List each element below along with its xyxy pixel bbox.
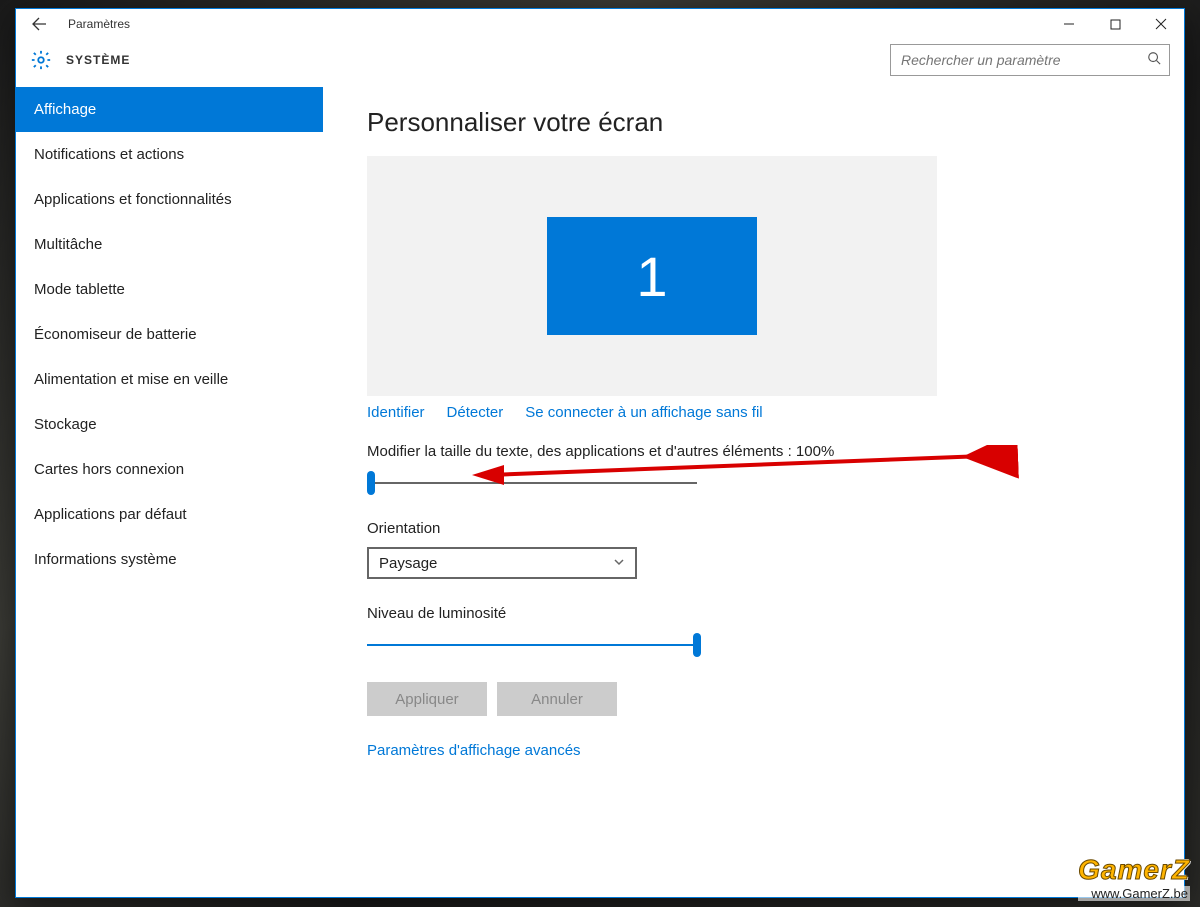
window-title: Paramètres (62, 17, 130, 31)
display-preview[interactable]: 1 (367, 156, 937, 396)
sidebar-item-label: Alimentation et mise en veille (34, 371, 228, 388)
settings-window: Paramètres SYSTÈME (15, 8, 1185, 898)
monitor-number: 1 (636, 244, 667, 309)
sidebar-item-label: Notifications et actions (34, 146, 184, 163)
orientation-select[interactable]: Paysage (367, 547, 637, 579)
advanced-display-link[interactable]: Paramètres d'affichage avancés (367, 742, 1184, 759)
sidebar-item-label: Multitâche (34, 236, 102, 253)
sidebar-item-apps-features[interactable]: Applications et fonctionnalités (16, 177, 323, 222)
sidebar-item-label: Applications et fonctionnalités (34, 191, 232, 208)
sidebar-item-notifications[interactable]: Notifications et actions (16, 132, 323, 177)
brightness-slider[interactable] (367, 632, 697, 658)
section-title: SYSTÈME (66, 53, 130, 67)
maximize-button[interactable] (1092, 9, 1138, 39)
scale-label: Modifier la taille du texte, des applica… (367, 443, 1184, 460)
orientation-value: Paysage (379, 555, 437, 572)
sidebar-item-label: Applications par défaut (34, 506, 187, 523)
sidebar-item-default-apps[interactable]: Applications par défaut (16, 492, 323, 537)
search-box[interactable] (890, 44, 1170, 76)
settings-header: SYSTÈME (16, 39, 1184, 87)
wireless-display-link[interactable]: Se connecter à un affichage sans fil (525, 404, 762, 421)
gear-icon (30, 49, 52, 71)
slider-thumb[interactable] (693, 633, 701, 657)
sidebar-item-label: Stockage (34, 416, 97, 433)
sidebar-item-battery-saver[interactable]: Économiseur de batterie (16, 312, 323, 357)
search-icon (1147, 51, 1161, 70)
settings-sidebar: Affichage Notifications et actions Appli… (16, 87, 323, 897)
sidebar-item-multitasking[interactable]: Multitâche (16, 222, 323, 267)
brightness-label: Niveau de luminosité (367, 605, 1184, 622)
minimize-icon (1063, 18, 1075, 30)
close-button[interactable] (1138, 9, 1184, 39)
button-label: Annuler (531, 691, 583, 708)
scale-slider[interactable] (367, 470, 697, 496)
sidebar-item-label: Informations système (34, 551, 177, 568)
sidebar-item-label: Mode tablette (34, 281, 125, 298)
sidebar-item-power-sleep[interactable]: Alimentation et mise en veille (16, 357, 323, 402)
close-icon (1155, 18, 1167, 30)
sidebar-item-storage[interactable]: Stockage (16, 402, 323, 447)
slider-thumb[interactable] (367, 471, 375, 495)
apply-button: Appliquer (367, 682, 487, 716)
orientation-label: Orientation (367, 520, 1184, 537)
content-pane: Personnaliser votre écran 1 Identifier D… (323, 87, 1184, 897)
sidebar-item-tablet-mode[interactable]: Mode tablette (16, 267, 323, 312)
minimize-button[interactable] (1046, 9, 1092, 39)
window-titlebar: Paramètres (16, 9, 1184, 39)
identify-link[interactable]: Identifier (367, 404, 425, 421)
back-button[interactable] (16, 9, 62, 39)
sidebar-item-display[interactable]: Affichage (16, 87, 323, 132)
sidebar-item-label: Économiseur de batterie (34, 326, 197, 343)
cancel-button: Annuler (497, 682, 617, 716)
search-input[interactable] (899, 51, 1147, 69)
sidebar-item-label: Cartes hors connexion (34, 461, 184, 478)
monitor-1[interactable]: 1 (547, 217, 757, 335)
arrow-left-icon (31, 16, 47, 32)
button-label: Appliquer (395, 691, 458, 708)
page-title: Personnaliser votre écran (367, 107, 1184, 138)
sidebar-item-label: Affichage (34, 101, 96, 118)
chevron-down-icon (613, 555, 625, 572)
maximize-icon (1110, 19, 1121, 30)
sidebar-item-offline-maps[interactable]: Cartes hors connexion (16, 447, 323, 492)
sidebar-item-about[interactable]: Informations système (16, 537, 323, 582)
detect-link[interactable]: Détecter (447, 404, 504, 421)
